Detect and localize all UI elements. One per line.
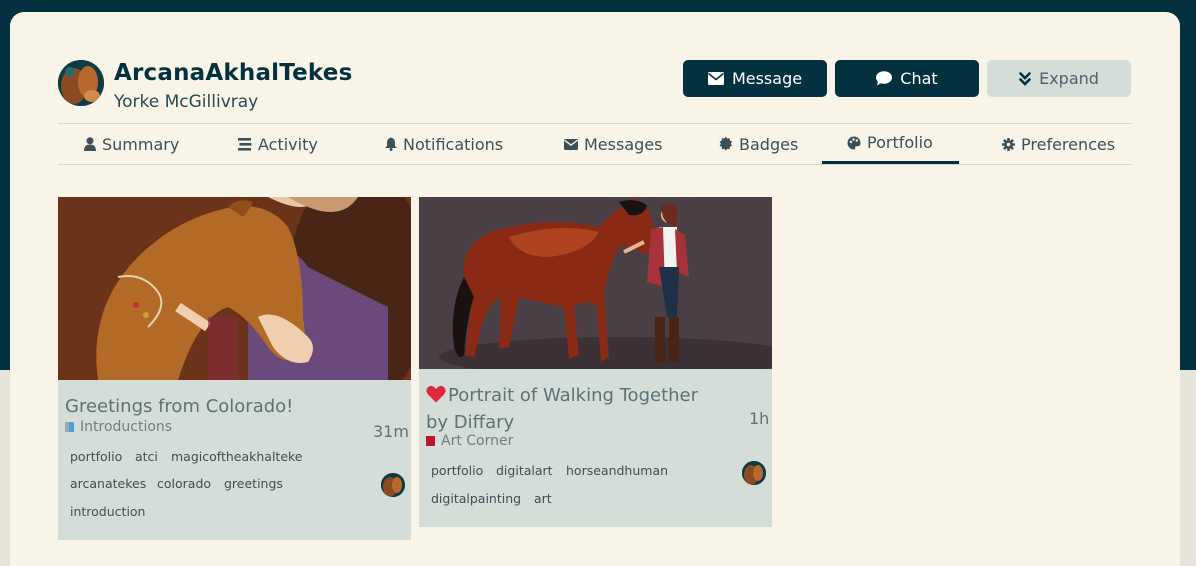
stream-icon	[238, 137, 252, 151]
chat-button[interactable]: Chat	[835, 60, 979, 97]
topic-category[interactable]: Introductions	[65, 419, 172, 435]
tab-portfolio[interactable]: Portfolio	[822, 124, 959, 164]
tab-activity-label: Activity	[258, 134, 318, 154]
topic-tag[interactable]: portfolio	[70, 449, 122, 464]
tab-summary[interactable]: Summary	[84, 124, 179, 164]
chat-bubble-icon	[876, 71, 893, 86]
topic-category-label: Art Corner	[441, 433, 514, 449]
user-avatar[interactable]	[58, 60, 104, 106]
real-name: Yorke McGillivray	[114, 92, 259, 112]
tab-portfolio-label: Portfolio	[867, 133, 933, 152]
tab-badges[interactable]: Badges	[719, 124, 798, 164]
poster-avatar[interactable]	[742, 461, 766, 485]
expand-button-label: Expand	[1039, 69, 1099, 88]
topic-tag[interactable]: digitalart	[496, 463, 553, 478]
topic-tag[interactable]: arcanatekes	[70, 476, 146, 491]
topic-tag[interactable]: magicoftheakhalteke	[171, 449, 303, 464]
certificate-badge-icon	[719, 137, 733, 151]
user-icon	[84, 137, 96, 151]
user-card: ArcanaAkhalTekes Yorke McGillivray Messa…	[10, 12, 1180, 566]
topic-age: 31m	[373, 422, 409, 441]
topic-tag[interactable]: horseandhuman	[566, 463, 668, 478]
heart-icon	[426, 385, 446, 410]
envelope-icon	[564, 138, 578, 150]
topic-card[interactable]: Greetings from Colorado! Introductions 3…	[58, 197, 411, 540]
gear-icon	[1002, 137, 1015, 151]
topic-thumbnail[interactable]	[419, 197, 772, 369]
tab-notifications-label: Notifications	[403, 134, 504, 154]
topic-title-line1: Portrait of Walking Together	[448, 385, 699, 406]
message-button-label: Message	[731, 69, 803, 88]
tab-activity[interactable]: Activity	[238, 124, 318, 164]
topic-tag[interactable]: greetings	[224, 476, 283, 491]
tab-messages[interactable]: Messages	[564, 124, 662, 164]
topic-title-line2: by Diffary	[426, 412, 515, 433]
tab-summary-label: Summary	[102, 134, 180, 154]
topic-category-label: Introductions	[80, 419, 173, 435]
topic-title[interactable]: Greetings from Colorado!	[65, 394, 293, 419]
username: ArcanaAkhalTekes	[114, 60, 353, 86]
palette-icon	[847, 136, 861, 150]
poster-avatar[interactable]	[381, 473, 405, 497]
topic-category[interactable]: Art Corner	[426, 433, 513, 449]
topic-title[interactable]: Portrait of Walking Together by Diffary	[426, 383, 698, 435]
double-chevron-down-icon	[1019, 71, 1031, 86]
user-nav: Summary Activity Notifications Messages …	[58, 123, 1131, 165]
topic-age: 1h	[749, 409, 770, 428]
topic-tag[interactable]: digitalpainting	[431, 491, 521, 506]
topic-tag[interactable]: colorado	[157, 476, 211, 491]
tab-preferences-label: Preferences	[1021, 134, 1116, 154]
topic-tag[interactable]: atci	[135, 449, 158, 464]
tab-preferences[interactable]: Preferences	[1002, 124, 1115, 164]
topic-tag[interactable]: art	[534, 491, 552, 506]
topic-thumbnail[interactable]	[58, 197, 411, 380]
tab-messages-label: Messages	[584, 134, 663, 154]
tab-notifications[interactable]: Notifications	[385, 124, 503, 164]
expand-button[interactable]: Expand	[987, 60, 1131, 97]
topic-tag[interactable]: portfolio	[431, 463, 483, 478]
category-color-swatch	[426, 436, 435, 446]
bell-icon	[385, 137, 397, 151]
tab-badges-label: Badges	[739, 134, 799, 154]
chat-button-label: Chat	[900, 69, 938, 88]
category-color-swatch	[65, 422, 74, 432]
topic-tag[interactable]: introduction	[70, 504, 145, 519]
envelope-icon	[707, 72, 724, 85]
message-button[interactable]: Message	[683, 60, 827, 97]
topic-card[interactable]: Portrait of Walking Together by Diffary …	[419, 197, 772, 527]
